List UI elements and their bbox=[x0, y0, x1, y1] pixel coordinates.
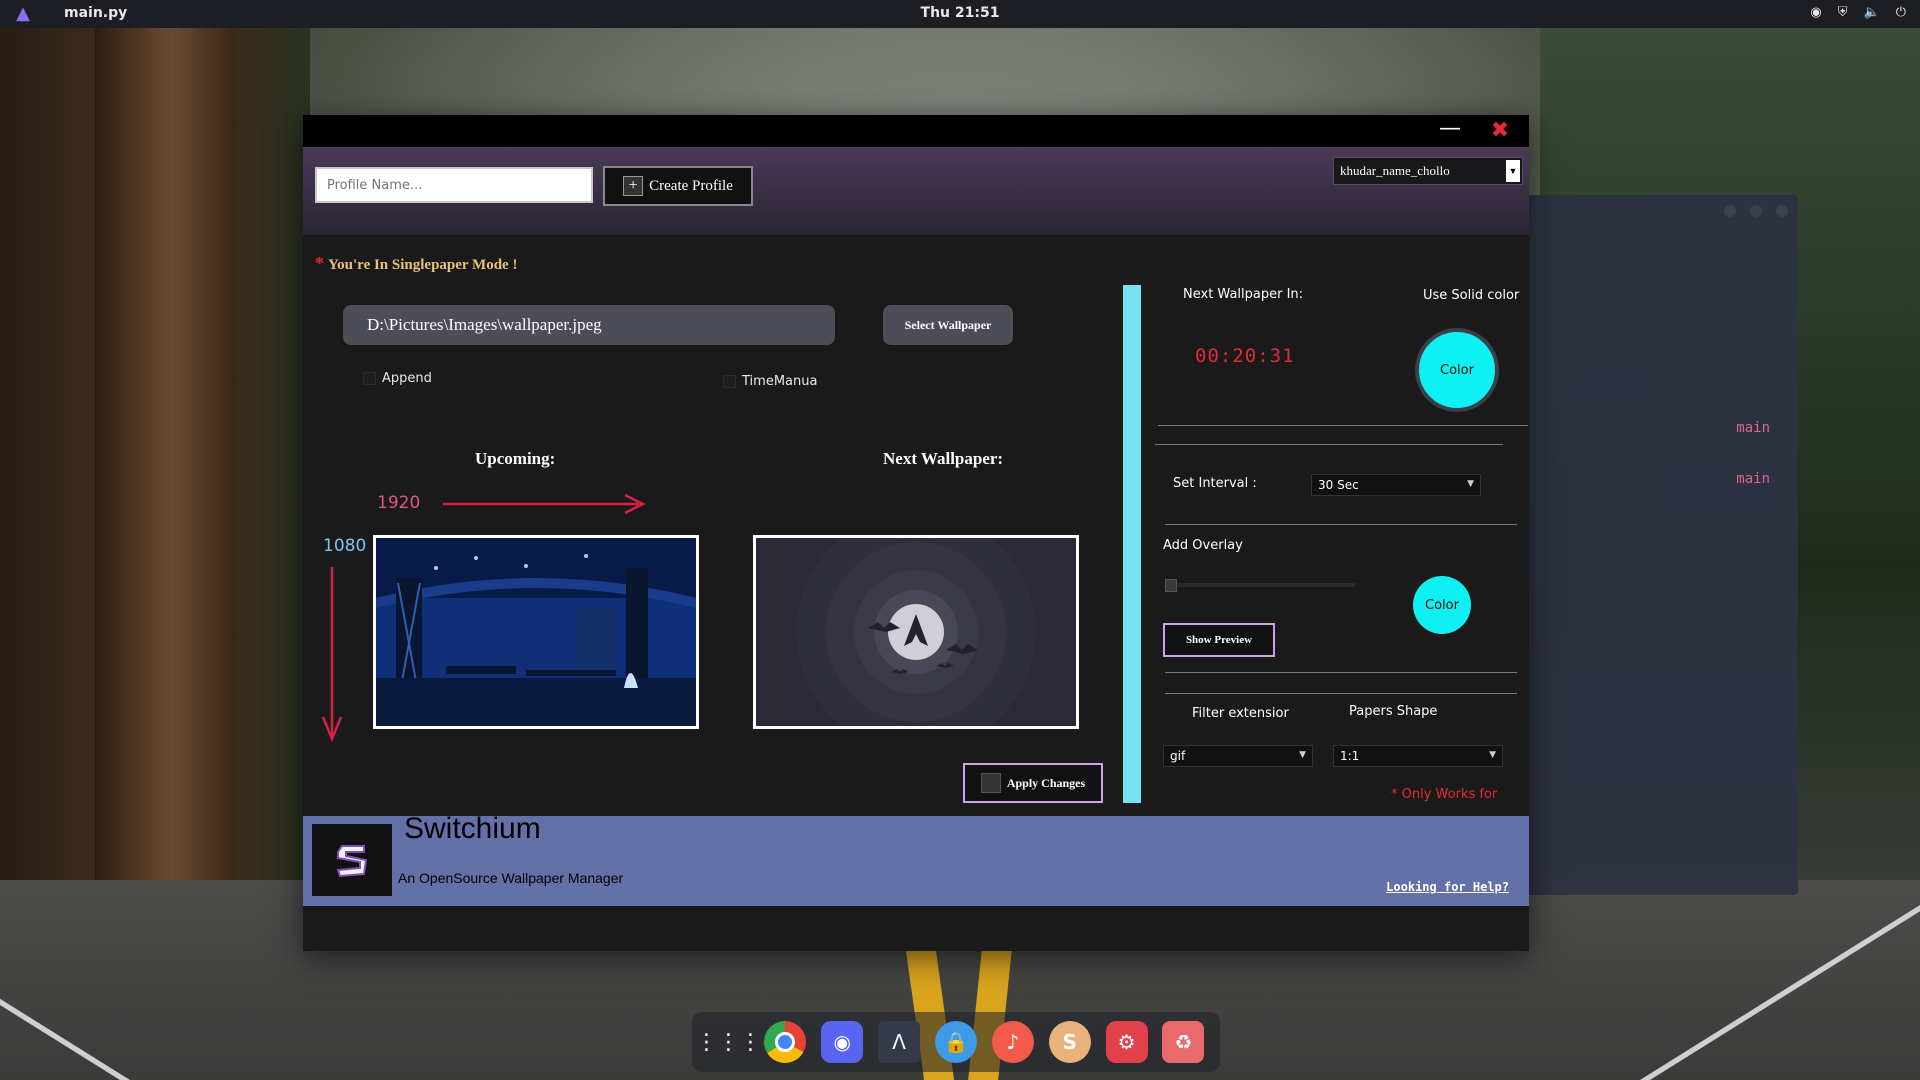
chevron-down-icon: ▼ bbox=[1467, 479, 1474, 489]
arrow-down-icon bbox=[321, 567, 343, 743]
solid-color-label: Use Solid color bbox=[1423, 288, 1520, 303]
top-bar: ▲ main.py Thu 21:51 ◉ ⛨ 🔈 ⏻ bbox=[0, 0, 1920, 28]
power-icon[interactable]: ⏻ bbox=[1896, 5, 1906, 20]
overlay-slider[interactable] bbox=[1165, 579, 1355, 592]
trash-icon[interactable]: ♻ bbox=[1162, 1021, 1205, 1063]
apps-grid-icon[interactable]: ⋮⋮⋮ bbox=[695, 1021, 761, 1063]
filter-extension-label: Filter extensior bbox=[1192, 706, 1289, 721]
interval-value: 30 Sec bbox=[1318, 478, 1359, 492]
height-label: 1080 bbox=[323, 536, 367, 556]
next-wallpaper-in-label: Next Wallpaper In: bbox=[1183, 287, 1304, 302]
divider bbox=[1155, 444, 1503, 445]
app-footer: Switchium An OpenSource Wallpaper Manage… bbox=[303, 812, 1529, 906]
countdown-timer: 00:20:31 bbox=[1195, 345, 1295, 367]
close-dot[interactable] bbox=[1776, 205, 1788, 217]
chevron-down-icon: ▼ bbox=[1489, 750, 1496, 760]
next-wallpaper-image bbox=[756, 538, 1076, 726]
window-controls bbox=[1724, 205, 1788, 217]
apply-changes-label: Apply Changes bbox=[1006, 775, 1086, 790]
discord-icon[interactable]: ◉ bbox=[821, 1021, 864, 1063]
lock-app-icon[interactable]: 🔒 bbox=[934, 1021, 977, 1063]
switchium-window: — ✖ + Create Profile khudar_name_chollo … bbox=[303, 115, 1529, 951]
dock: ⋮⋮⋮ ◉ Λ 🔒 ♪ S ⚙ ♻ bbox=[692, 1012, 1220, 1072]
width-label: 1920 bbox=[377, 493, 421, 513]
show-preview-button[interactable]: Show Preview bbox=[1163, 623, 1275, 657]
papers-shape-select[interactable]: 1:1 ▼ bbox=[1333, 745, 1503, 767]
wallpaper-path-field[interactable]: D:\Pictures\Images\wallpaper.jpeg bbox=[343, 305, 835, 345]
save-icon bbox=[980, 773, 1001, 793]
append-label: Append bbox=[382, 371, 432, 386]
mode-note-text: You're In Singlepaper Mode ! bbox=[328, 257, 518, 273]
solid-color-button[interactable]: Color bbox=[1415, 328, 1499, 412]
asterisk-icon: * bbox=[315, 253, 324, 273]
slider-handle[interactable] bbox=[1165, 579, 1177, 592]
app-tagline: An OpenSource Wallpaper Manager bbox=[398, 870, 624, 886]
papers-shape-label: Papers Shape bbox=[1349, 704, 1438, 719]
arch-icon[interactable]: Λ bbox=[878, 1021, 921, 1063]
switchium-logo-icon bbox=[312, 824, 392, 896]
apply-changes-button[interactable]: Apply Changes bbox=[963, 763, 1103, 803]
maximize-dot[interactable] bbox=[1750, 205, 1762, 217]
close-button[interactable]: ✖ bbox=[1487, 118, 1513, 144]
only-works-note: * Only Works for bbox=[1391, 787, 1498, 802]
checkbox-box[interactable] bbox=[723, 375, 736, 388]
checkbox-box[interactable] bbox=[363, 372, 376, 385]
arrow-right-icon bbox=[443, 493, 646, 515]
next-wallpaper-thumbnail[interactable] bbox=[753, 535, 1079, 729]
papers-shape-value: 1:1 bbox=[1340, 749, 1360, 763]
volume-icon[interactable]: 🔈 bbox=[1864, 5, 1880, 20]
clock[interactable]: Thu 21:51 bbox=[0, 5, 1920, 21]
help-link[interactable]: Looking for Help? bbox=[1386, 880, 1509, 894]
profile-select[interactable]: khudar_name_chollo ▼ bbox=[1333, 157, 1523, 185]
profile-header: + Create Profile khudar_name_chollo ▼ bbox=[303, 147, 1529, 235]
filter-extension-select[interactable]: gif ▼ bbox=[1163, 745, 1313, 767]
interval-select[interactable]: 30 Sec ▼ bbox=[1311, 474, 1481, 496]
profile-select-value: khudar_name_chollo bbox=[1340, 163, 1450, 178]
overlay-color-button[interactable]: Color bbox=[1413, 576, 1471, 634]
select-wallpaper-button[interactable]: Select Wallpaper bbox=[883, 305, 1013, 345]
switchium-logo-mark bbox=[328, 836, 376, 884]
title-bar[interactable]: — ✖ bbox=[303, 115, 1529, 147]
app-name: Switchium bbox=[404, 812, 541, 845]
plus-icon: + bbox=[623, 176, 644, 196]
upcoming-thumbnail[interactable] bbox=[373, 535, 699, 729]
time-manual-checkbox[interactable]: TimeManua bbox=[723, 374, 817, 389]
settings-icon[interactable]: ⚙ bbox=[1105, 1021, 1148, 1063]
music-icon[interactable]: ♪ bbox=[991, 1021, 1034, 1063]
divider bbox=[1158, 425, 1528, 426]
divider bbox=[1165, 672, 1517, 673]
chrome-icon[interactable] bbox=[764, 1021, 807, 1063]
minimize-button[interactable]: — bbox=[1433, 118, 1467, 143]
upcoming-image bbox=[376, 538, 696, 726]
minimize-dot[interactable] bbox=[1724, 205, 1736, 217]
time-manual-label: TimeManua bbox=[742, 374, 818, 389]
filter-extension-value: gif bbox=[1170, 749, 1186, 763]
shield-icon[interactable]: ⛨ bbox=[1838, 5, 1848, 20]
progress-bar bbox=[1123, 285, 1141, 803]
next-wallpaper-label: Next Wallpaper: bbox=[883, 449, 1004, 468]
mode-note: * You're In Singlepaper Mode ! bbox=[315, 253, 517, 274]
append-checkbox[interactable]: Append bbox=[363, 371, 432, 386]
create-profile-label: Create Profile bbox=[649, 177, 733, 194]
chevron-down-icon: ▼ bbox=[1506, 160, 1520, 182]
add-overlay-label: Add Overlay bbox=[1163, 538, 1243, 553]
system-tray: ◉ ⛨ 🔈 ⏻ bbox=[1810, 5, 1906, 20]
discord-icon[interactable]: ◉ bbox=[1810, 5, 1821, 20]
upcoming-label: Upcoming: bbox=[475, 449, 556, 468]
divider bbox=[1165, 693, 1517, 694]
divider bbox=[1165, 524, 1517, 525]
profile-name-input[interactable] bbox=[315, 167, 593, 203]
create-profile-button[interactable]: + Create Profile bbox=[603, 166, 753, 206]
chevron-down-icon: ▼ bbox=[1299, 750, 1306, 760]
set-interval-label: Set Interval : bbox=[1173, 476, 1257, 491]
terminal-line: main bbox=[1736, 471, 1770, 487]
switchium-icon[interactable]: S bbox=[1048, 1021, 1091, 1063]
terminal-line: main bbox=[1736, 420, 1770, 436]
